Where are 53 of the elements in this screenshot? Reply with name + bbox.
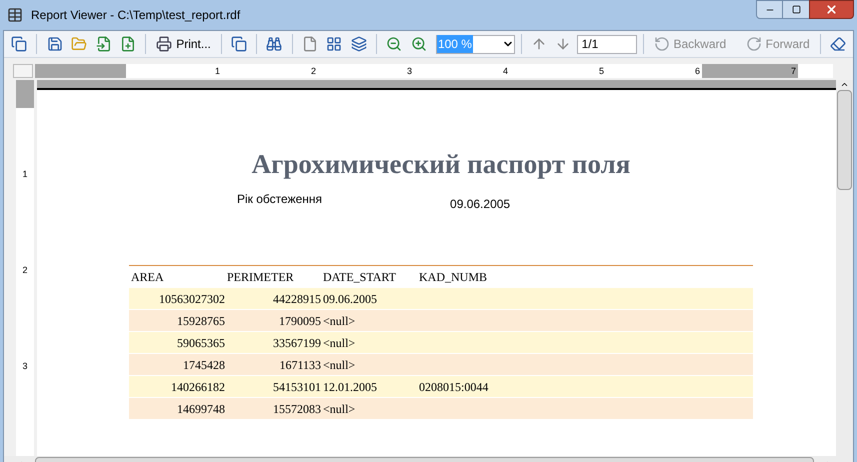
table-cell-text: 09.06.2005	[322, 290, 378, 308]
ruler-number: 1	[22, 168, 28, 181]
scroll-up-icon[interactable]	[840, 80, 849, 89]
table-cell-text: <null>	[322, 400, 356, 418]
ruler-corner	[13, 64, 33, 78]
table-cell-text: <null>	[322, 312, 356, 330]
table-cell-text: 44228915	[272, 290, 321, 308]
app-icon	[7, 7, 23, 23]
table-cell-text: 1790095	[278, 312, 321, 330]
survey-year-label: Рік обстеження	[237, 191, 322, 208]
table-cell-text: 15572083	[272, 400, 321, 418]
table-cell-text: <null>	[322, 334, 356, 352]
window-title: Report Viewer - C:\Temp\test_report.rdf	[31, 7, 240, 24]
survey-date: 09.06.2005	[450, 196, 510, 213]
ruler-margin	[16, 80, 34, 108]
table-cell-text: 1671133	[278, 356, 321, 374]
printer-icon	[156, 36, 172, 52]
ruler-number: 3	[406, 65, 412, 78]
close-button[interactable]	[809, 0, 854, 19]
ruler-number: 3	[22, 360, 28, 373]
maximize-icon	[792, 5, 800, 14]
table-cell-text: 33567199	[272, 334, 321, 352]
ruler-number: 1	[214, 65, 220, 78]
ruler-number: 5	[598, 65, 604, 78]
ruler-number: 7	[790, 65, 796, 78]
column-header: DATE_START	[322, 268, 397, 286]
vertical-scrollbar[interactable]	[836, 80, 853, 456]
redo-arrow-icon	[746, 36, 762, 52]
ruler-number: 4	[502, 65, 508, 78]
column-header: KAD_NUMB	[418, 268, 488, 286]
print-button[interactable]: Print...	[152, 32, 215, 56]
scrollbar-thumb[interactable]	[837, 90, 852, 190]
table-cell-text: 0208015:0044	[418, 378, 490, 396]
column-header: AREA	[130, 268, 165, 286]
table-cell-text: 12.01.2005	[322, 378, 378, 396]
table-cell-text: 140266182	[170, 378, 225, 396]
table-cell-text: 54153101	[272, 378, 321, 396]
ruler-number: 2	[22, 264, 28, 277]
column-header: PERIMETER	[226, 268, 295, 286]
ruler-number: 6	[694, 65, 700, 78]
undo-arrow-icon	[654, 36, 670, 52]
page-field[interactable]: 1/1	[576, 34, 637, 54]
table-cell-text: 14699748	[176, 400, 225, 418]
table-cell-text: 1745428	[182, 356, 225, 374]
table-cell-text: <null>	[322, 356, 356, 374]
table-cell-text: 15928765	[176, 312, 225, 330]
ruler-number: 2	[310, 65, 316, 78]
table-cell-text: 10563027302	[158, 290, 225, 308]
table-cell-text: 59065365	[176, 334, 225, 352]
maximize-button[interactable]	[783, 0, 809, 19]
close-icon	[825, 3, 838, 16]
report-title: Агрохимический паспорт поля	[250, 148, 632, 180]
zoom-dropdown[interactable]: 100 %	[436, 34, 515, 54]
